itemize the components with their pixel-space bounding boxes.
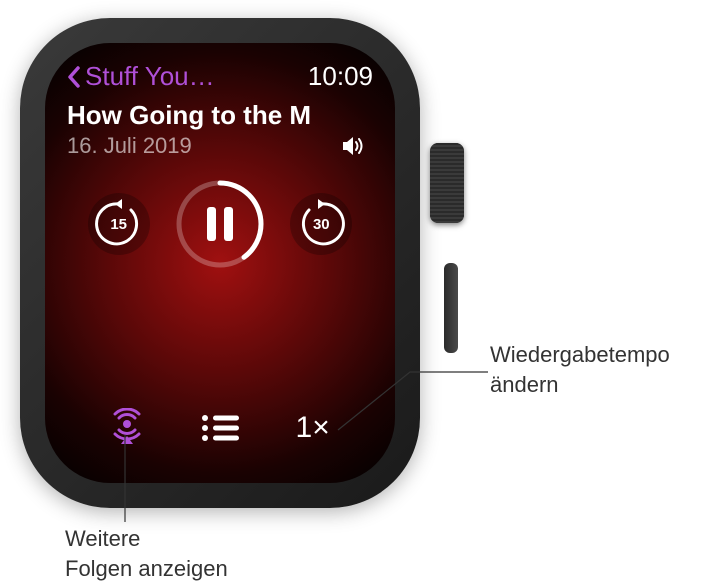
playback-controls: 15 30 [67, 179, 373, 269]
episode-title: How Going to the M [67, 100, 373, 131]
header-bar: Stuff You… 10:09 [67, 61, 373, 92]
back-label: Stuff You… [85, 61, 215, 92]
digital-crown[interactable] [430, 143, 464, 223]
play-pause-button[interactable] [175, 179, 265, 269]
side-button[interactable] [444, 263, 458, 353]
volume-icon[interactable] [341, 135, 367, 162]
time-display: 10:09 [308, 61, 373, 92]
bottom-controls: 1× [67, 403, 373, 453]
speed-label: 1× [296, 411, 330, 445]
skip-forward-button[interactable]: 30 [290, 193, 352, 255]
callout-episodes: WeitereFolgen anzeigen [65, 524, 228, 583]
back-button[interactable]: Stuff You… [67, 61, 215, 92]
list-button[interactable] [190, 403, 250, 453]
progress-ring [175, 179, 265, 269]
callout-speed: Wiedergabetempoändern [490, 340, 670, 399]
list-icon [201, 414, 239, 442]
chevron-left-icon [67, 66, 81, 88]
skip-back-button[interactable]: 15 [88, 193, 150, 255]
skip-back-seconds: 15 [110, 216, 127, 233]
episode-date: 16. Juli 2019 [67, 133, 373, 159]
callout-line-speed [330, 370, 490, 450]
skip-forward-seconds: 30 [313, 216, 330, 233]
callout-line-episodes [115, 430, 155, 525]
